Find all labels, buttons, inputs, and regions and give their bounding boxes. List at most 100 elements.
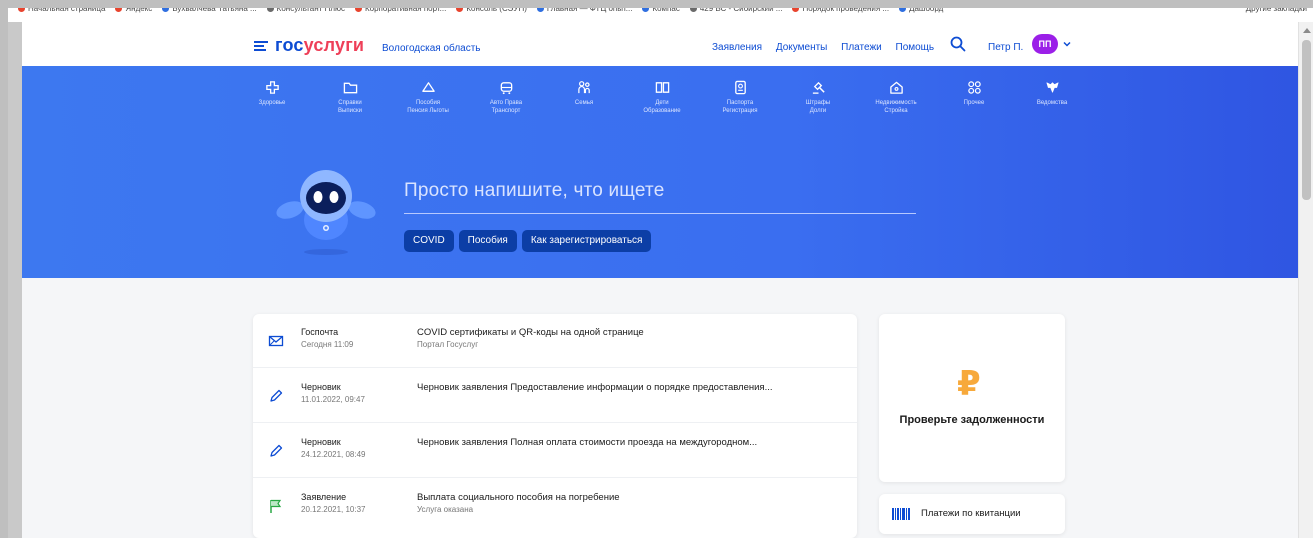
bookmark-favicon-icon [266, 8, 274, 13]
category-bar: Здоровье Справки Выписки Пособия Пенсия Льго… [250, 80, 1080, 130]
category-label: Авто Права [489, 100, 523, 106]
category-cross[interactable]: Здоровье [233, 80, 311, 107]
avatar[interactable]: ПП [1032, 34, 1058, 54]
bookmark-favicon-icon [792, 8, 800, 13]
bookmark-item[interactable]: Консоль (СЭУП) [456, 8, 527, 15]
feed-item-date: Сегодня 11:09 [301, 340, 354, 349]
pencil-icon [270, 444, 283, 457]
bookmark-item[interactable]: Бухвалчева Татьяна ... [162, 8, 257, 15]
region-selector[interactable]: Вологодская область [382, 43, 481, 54]
feed-row[interactable]: Черновик 24.12.2021, 08:49 Черновик заявле… [253, 424, 857, 478]
chip-how-to-register[interactable]: Как зарегистрироваться [521, 230, 652, 252]
bookmark-item[interactable]: Компас [642, 8, 680, 15]
barcode-icon [892, 508, 910, 520]
grid-icon [967, 81, 981, 94]
category-label: Семья [574, 100, 594, 106]
search-icon[interactable] [950, 36, 966, 52]
bookmark-item[interactable]: Начальная страница [18, 8, 105, 15]
scroll-up-icon[interactable] [1303, 28, 1311, 33]
feed-item-date: 11.01.2022, 09:47 [301, 395, 365, 404]
umbrella-icon [421, 82, 435, 92]
category-car[interactable]: Авто Права Транспорт [467, 80, 545, 115]
chip-covid[interactable]: COVID [404, 230, 454, 252]
mail-icon [268, 335, 284, 347]
category-gavel[interactable]: Штрафы Долги [779, 80, 857, 115]
bookmark-item[interactable]: 429 ВС - Сибирский ... [689, 8, 782, 15]
bookmark-favicon-icon [354, 8, 362, 13]
feed-item-date: 20.12.2021, 10:37 [301, 505, 366, 514]
feed-item-subtitle: Услуга оказана [417, 505, 474, 514]
feed-item-title: COVID сертификаты и QR-коды на одной стр… [417, 327, 644, 338]
bookmark-favicon-icon [689, 8, 697, 13]
feed-row[interactable]: Заявление 20.12.2021, 10:37 Выплата социал… [253, 479, 857, 533]
search-input[interactable]: Просто напишите, что ищете [404, 180, 665, 202]
chip-benefits[interactable]: Пособия [458, 230, 517, 252]
nav-help[interactable]: Помощь [896, 42, 935, 53]
bookmark-favicon-icon [536, 8, 544, 13]
scrollbar-thumb[interactable] [1302, 40, 1311, 200]
bookmark-favicon-icon [115, 8, 123, 13]
receipt-payments-card[interactable]: Платежи по квитанции [879, 494, 1065, 534]
category-passport[interactable]: Паспорта Регистрация [701, 80, 779, 115]
window-frame-left [0, 0, 8, 538]
bookmark-favicon-icon [162, 8, 170, 13]
bookmark-favicon-icon [899, 8, 907, 13]
category-label: Дети [655, 100, 669, 106]
bookmark-favicon-icon [456, 8, 464, 13]
feed-item-title: Черновик заявления Полная оплата стоимос… [417, 437, 758, 448]
vertical-scrollbar[interactable] [1298, 22, 1313, 538]
feed-item-type: Черновик [301, 382, 341, 392]
feed-item-subtitle: Портал Госуслуг [417, 340, 479, 349]
nav-documents[interactable]: Документы [776, 42, 828, 53]
category-label: Справки [338, 100, 362, 106]
category-umbrella[interactable]: Пособия Пенсия Льготы [389, 80, 467, 115]
menu-icon[interactable] [254, 41, 268, 51]
feed-item-type: Заявление [301, 492, 347, 502]
category-sublabel: Регистрация [722, 108, 758, 114]
cross-icon [265, 81, 279, 94]
flag-icon [270, 499, 282, 513]
bookmark-item[interactable]: Главная — ФТЦ опыт... [536, 8, 632, 15]
debt-check-card[interactable]: ₽ Проверьте задолженности [879, 314, 1065, 482]
window-frame-top [0, 0, 1313, 8]
feed-item-date: 24.12.2021, 08:49 [301, 450, 366, 459]
book-icon [655, 82, 669, 93]
house-icon [889, 81, 903, 94]
top-nav: Заявления Документы Платежи Помощь [712, 42, 945, 53]
bookmark-item[interactable]: Яндекс [115, 8, 152, 15]
other-bookmarks[interactable]: Другие закладки [1246, 8, 1307, 15]
feed-item-title: Черновик заявления Предоставление информ… [417, 382, 773, 393]
user-name[interactable]: Петр П. [988, 42, 1023, 53]
pencil-icon [270, 389, 283, 402]
bookmark-item[interactable]: Корпоративная порт... [354, 8, 446, 15]
feed-item-type: Черновик [301, 437, 341, 447]
category-grid[interactable]: Прочее [935, 80, 1013, 107]
category-label: Паспорта [726, 100, 754, 106]
ruble-icon: ₽ [957, 365, 981, 403]
feed-item-title: Выплата социального пособия на погребени… [417, 492, 620, 503]
site-logo[interactable]: госуслуги [275, 35, 364, 56]
bookmark-item[interactable]: Дашборд [899, 8, 943, 15]
bookmark-item[interactable]: Порядок проведения ... [792, 8, 889, 15]
category-sublabel: Пенсия Льготы [407, 108, 449, 114]
family-icon [577, 81, 590, 94]
category-house[interactable]: Недвижимость Стройка [857, 80, 935, 115]
nav-payments[interactable]: Платежи [841, 42, 882, 53]
category-label: Пособия [415, 100, 441, 106]
category-family[interactable]: Семья [545, 80, 623, 107]
bookmarks-bar: Начальная страница Яндекс Бухвалчева Татья… [8, 8, 1313, 22]
chevron-down-icon[interactable] [1062, 39, 1072, 49]
nav-applications[interactable]: Заявления [712, 42, 762, 53]
category-label: Недвижимость [875, 100, 917, 106]
category-book[interactable]: Дети Образование [623, 80, 701, 115]
gosuslugi-page: госуслуги Вологодская область Заявления … [22, 22, 1298, 538]
category-sublabel: Транспорт [491, 108, 521, 114]
feed-row[interactable]: Черновик 11.01.2022, 09:47 Черновик заявле… [253, 369, 857, 423]
category-eagle[interactable]: Ведомства [1013, 80, 1091, 107]
hero-banner: Здоровье Справки Выписки Пособия Пенсия Льго… [22, 66, 1298, 278]
feed-row[interactable]: Госпочта Сегодня 11:09 COVID сертификаты и… [253, 314, 857, 368]
category-label: Ведомства [1036, 100, 1068, 106]
bookmark-item[interactable]: Консультант Плюс [266, 8, 345, 15]
category-folder[interactable]: Справки Выписки [311, 80, 389, 115]
bookmark-favicon-icon [642, 8, 650, 13]
